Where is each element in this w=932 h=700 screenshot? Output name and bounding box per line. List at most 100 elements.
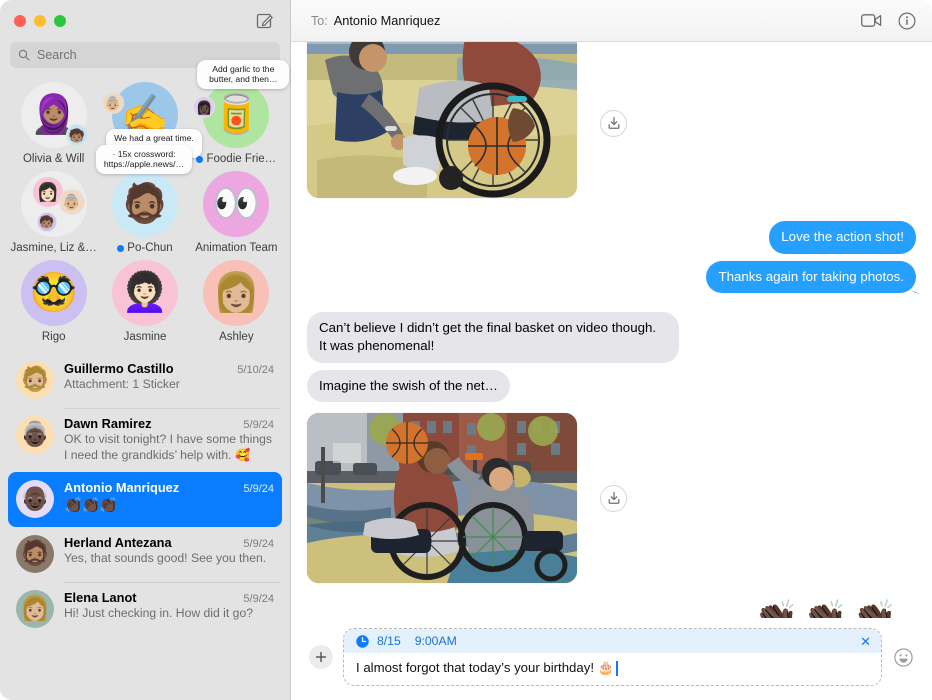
message-bubble-incoming[interactable]: Can’t believe I didn’t get the final bas… [307,312,679,363]
message-text-input[interactable]: I almost forgot that today’s your birthd… [344,653,881,685]
search-icon [18,49,30,61]
download-photo-button-2[interactable] [600,484,627,512]
pinned-conversation-ashley[interactable]: 👩🏼 Ashley [191,260,282,343]
photo-content [307,42,577,198]
add-attachment-button[interactable] [309,645,333,669]
conversation-date: 5/9/24 [243,483,274,496]
photo-illustration-icon [307,413,577,584]
conversation-name: Guillermo Castillo [64,361,174,376]
conversation-row-antonio-manriquez[interactable]: 👴🏿 Antonio Manriquez 5/9/24 👏🏿👏🏿👏🏿 [8,472,282,528]
avatar: 👩🏻 👵🏼 🧒🏽 [20,171,87,237]
avatar-emoji: 🥸 [29,272,78,314]
message-bubble-incoming[interactable]: Imagine the swish of the net… [307,369,510,403]
message-photo-wheelchair-basketball-2[interactable] [307,413,577,584]
pinned-conversation-foodie-friends[interactable]: 🥫 👩🏿 Add garlic to the butter, and then…… [191,60,290,165]
pinned-conversations-grid: 🧕🏽 🧒🏽 Olivia & Will ✍️ 👵🏼 We had a great… [0,60,290,349]
pinned-conversation-rigo[interactable]: 🥸 Rigo [8,260,99,343]
pinned-label: Olivia & Will [23,153,84,165]
avatar: 🥸 [20,260,87,326]
conversation-snippet: OK to visit tonight? I have some things … [64,432,272,462]
pinned-label: Po-Chun [117,242,173,254]
conversation-list: 🧔🏼 Guillermo Castillo 5/10/24 Attachment… [0,349,290,700]
avatar: 👴🏿 [16,480,54,519]
close-window-button[interactable] [14,15,26,27]
download-icon [608,492,619,505]
photo-content [307,413,577,584]
conversation-info-button[interactable] [898,11,916,30]
avatar-secondary: 👵🏼 [58,189,85,215]
pinned-label: Foodie Frie… [196,153,276,165]
avatar: 🧔🏽 · 15x crossword: https://apple.news/… [95,145,192,237]
avatar: 👀 [203,171,270,237]
pinned-conversation-jasmine-liz[interactable]: 👩🏻 👵🏼 🧒🏽 Jasmine, Liz &… [8,171,99,254]
chat-header: To: Antonio Manriquez [291,0,932,42]
avatar: ✍️ 👵🏼 We had a great time. Home with th… [101,82,202,158]
avatar: 🧕🏽 🧒🏽 [20,82,88,148]
conversation-name: Dawn Ramirez [64,416,152,431]
conversation-date: 5/10/24 [237,364,274,376]
pinned-message-preview: · 15x crossword: https://apple.news/… [95,145,192,174]
emoji-picker-button[interactable] [892,646,914,668]
pinned-conversation-olivia-will[interactable]: 🧕🏽 🧒🏽 Olivia & Will [8,82,99,165]
zoom-window-button[interactable] [54,15,66,27]
conversation-snippet: Attachment: 1 Sticker [64,377,180,391]
conversation-row-guillermo-castillo[interactable]: 🧔🏼 Guillermo Castillo 5/10/24 Attachment… [8,353,282,408]
text-cursor [616,660,618,676]
reaction-clap-3[interactable]: 👏🏿 [851,602,898,618]
conversation-snippet: Hi! Just checking in. How did it go? [64,606,253,621]
recipient-name[interactable]: Antonio Manriquez [334,13,441,28]
reaction-clap-1[interactable]: 👏🏿 [752,602,799,618]
compose-new-message-button[interactable] [254,10,276,32]
conversation-name: Antonio Manriquez [64,480,180,496]
download-photo-button-1[interactable] [600,109,627,137]
message-bubble-outgoing[interactable]: Love the action shot! [769,221,916,254]
clock-icon [356,634,369,648]
message-bubble-outgoing[interactable]: Thanks again for taking photos. [706,260,916,294]
to-label: To: [311,13,328,28]
video-camera-icon [861,14,882,27]
conversation-date: 5/9/24 [243,593,274,606]
info-icon [898,11,916,30]
conversation-body: Elena Lanot 5/9/24 Hi! Just checking in.… [64,590,274,622]
conversation-row-elena-lanot[interactable]: 👩🏼 Elena Lanot 5/9/24 Hi! Just checking … [8,582,282,637]
avatar: 🧔🏽 [16,535,54,574]
reaction-clap-2[interactable]: 👏🏿 [801,602,848,618]
conversation-body: Dawn Ramirez 5/9/24 OK to visit tonight?… [64,416,274,463]
avatar-tertiary: 🧒🏽 [36,212,57,232]
remove-schedule-button[interactable]: ✕ [860,635,871,648]
pinned-name: Olivia & Will [22,153,85,165]
traffic-lights [14,15,66,27]
conversation-date: 5/9/24 [243,419,274,431]
pinned-name: Ashley [219,331,254,343]
pinned-conversation-jasmine[interactable]: 👩🏻‍🦱 Jasmine [99,260,190,343]
minimize-window-button[interactable] [34,15,46,27]
avatar-emoji: 🧔🏽 [121,183,169,225]
avatar-secondary: 👵🏼 [101,92,124,114]
avatar-emoji: 👀 [212,183,260,225]
message-transcript[interactable]: Love the action shot! Thanks again for t… [291,42,932,618]
avatar: 🥫 👩🏿 Add garlic to the butter, and then… [193,60,290,148]
search-placeholder: Search [37,48,77,62]
pinned-conversation-po-chun[interactable]: 🧔🏽 · 15x crossword: https://apple.news/…… [95,145,192,254]
message-photo-wheelchair-basketball-1[interactable] [307,42,577,198]
message-reactions[interactable]: 👏🏿 👏🏿 👏🏿 [307,602,916,618]
header-actions [861,11,916,30]
pinned-name: Foodie Frie… [206,153,277,165]
message-row-outgoing-2: Thanks again for taking photos. [307,260,916,294]
message-input-stack[interactable]: 8/15 9:00AM ✕ I almost forgot that today… [343,628,882,686]
message-row-incoming-1: Can’t believe I didn’t get the final bas… [307,312,916,363]
pinned-conversation-animation-team[interactable]: 👀 Animation Team [191,171,282,254]
message-row-photo-2 [307,413,916,584]
conversation-row-herland-antezana[interactable]: 🧔🏽 Herland Antezana 5/9/24 Yes, that sou… [8,527,282,582]
pinned-name: Po-Chun [127,242,173,254]
avatar: 👩🏼 [203,260,270,326]
window-titlebar [0,0,290,42]
sidebar: Search 🧕🏽 🧒🏽 Olivia & Will ✍️ 👵🏼 We had … [0,0,291,700]
conversation-row-dawn-ramirez[interactable]: 👵🏿 Dawn Ramirez 5/9/24 OK to visit tonig… [8,408,282,472]
facetime-video-button[interactable] [861,13,882,28]
avatar: 👵🏿 [16,416,54,454]
pinned-label: Rigo [42,331,66,343]
scheduled-send-bar[interactable]: 8/15 9:00AM ✕ [344,629,881,653]
pinned-label: Animation Team [195,242,277,254]
pinned-message-preview: Add garlic to the butter, and then… [197,60,290,89]
